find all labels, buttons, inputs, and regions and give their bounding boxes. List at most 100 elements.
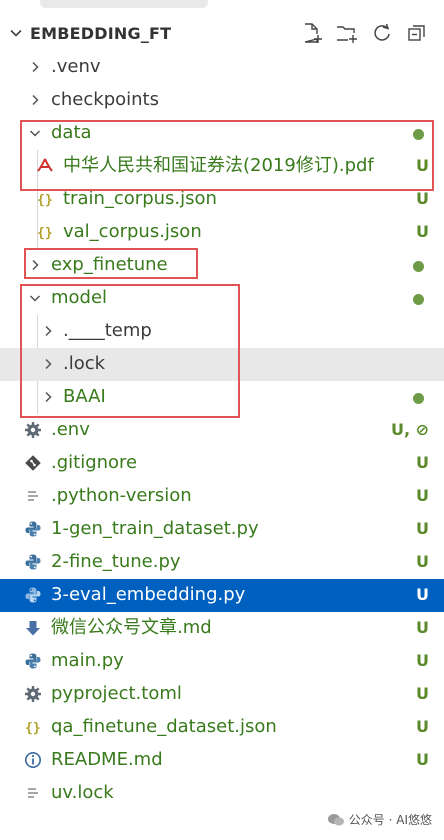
git-icon	[25, 455, 41, 471]
tree-item-fine-tune[interactable]: 2-fine_tune.py U	[0, 546, 444, 579]
text-file-icon	[28, 491, 38, 501]
tree-item-label: exp_finetune	[51, 254, 168, 275]
tree-item-label: BAAI	[63, 386, 106, 407]
pdf-icon	[37, 158, 53, 172]
gear-icon	[25, 422, 41, 438]
git-status-badge: U	[416, 519, 429, 538]
tree-item-label: model	[51, 287, 108, 308]
tree-item-label: checkpoints	[51, 89, 159, 110]
chevron-right-icon	[32, 94, 39, 106]
chevron-right-icon	[32, 259, 39, 271]
tree-item-label: README.md	[51, 749, 163, 770]
git-status-badge: U	[416, 453, 429, 472]
git-status-badge: U	[416, 618, 429, 637]
git-status-badge: U	[416, 222, 429, 241]
tree-item-gen-train[interactable]: 1-gen_train_dataset.py U	[0, 513, 444, 546]
new-file-icon[interactable]	[300, 22, 322, 44]
git-status-badge: U	[416, 651, 429, 670]
modified-dot	[413, 294, 424, 305]
git-status-badge: U	[416, 684, 429, 703]
top-strip	[0, 0, 444, 10]
tree-item-label: train_corpus.json	[63, 188, 217, 209]
svg-text:{}: {}	[25, 721, 41, 736]
tree-item-label: .gitignore	[51, 452, 138, 473]
chevron-down-icon[interactable]	[8, 25, 24, 41]
tree-item-temp[interactable]: .____temp	[0, 315, 444, 348]
tree-item-label: pyproject.toml	[51, 683, 182, 704]
json-icon: {}	[25, 721, 41, 736]
tree-item-label: .venv	[51, 56, 101, 77]
tree-item-readme[interactable]: README.md U	[0, 744, 444, 777]
tree-item-venv[interactable]: .venv	[0, 51, 444, 84]
python-icon	[25, 587, 41, 603]
modified-dot	[413, 261, 424, 272]
tree-item-label: 2-fine_tune.py	[51, 551, 181, 572]
collapse-all-icon[interactable]	[406, 22, 428, 44]
tree-item-eval-embedding[interactable]: 3-eval_embedding.py U	[0, 579, 444, 612]
file-tree: .venv checkpoints data 中华人民共和国证券法(2019修订…	[0, 51, 444, 810]
tree-item-label: data	[51, 122, 92, 143]
explorer-title: EMBEDDING_FT	[30, 24, 172, 43]
tree-item-qa-dataset[interactable]: {} qa_finetune_dataset.json U	[0, 711, 444, 744]
git-status-badge: U	[416, 486, 429, 505]
git-status-badge: U	[416, 189, 429, 208]
chevron-right-icon	[45, 391, 52, 403]
tree-item-gitignore[interactable]: .gitignore U	[0, 447, 444, 480]
refresh-icon[interactable]	[371, 22, 393, 44]
tree-item-label: uv.lock	[51, 782, 114, 803]
wechat-icon	[327, 813, 344, 825]
git-status-badge: U, ⊘	[390, 420, 429, 439]
python-icon	[25, 554, 41, 570]
tree-item-python-version[interactable]: .python-version U	[0, 480, 444, 513]
tree-item-data[interactable]: data	[0, 117, 444, 150]
tree-item-label: .lock	[63, 353, 106, 374]
git-status-badge: U	[416, 585, 429, 604]
gear-icon	[25, 686, 41, 702]
explorer-header[interactable]: EMBEDDING_FT	[0, 16, 444, 50]
chevron-right-icon	[45, 325, 52, 337]
tree-item-uv-lock[interactable]: uv.lock	[0, 777, 444, 810]
markdown-icon	[26, 621, 40, 636]
tree-item-baai[interactable]: BAAI	[0, 381, 444, 414]
tree-item-wechat-md[interactable]: 微信公众号文章.md U	[0, 612, 444, 645]
tree-item-val-corpus[interactable]: {} val_corpus.json U	[0, 216, 444, 249]
info-icon	[25, 752, 41, 768]
tree-item-model[interactable]: model	[0, 282, 444, 315]
chevron-right-icon	[32, 61, 39, 73]
python-icon	[25, 653, 41, 669]
git-status-badge: U	[416, 156, 429, 175]
new-folder-icon[interactable]	[335, 22, 357, 44]
tree-item-checkpoints[interactable]: checkpoints	[0, 84, 444, 117]
tree-item-exp-finetune[interactable]: exp_finetune	[0, 249, 444, 282]
tree-item-label: 中华人民共和国证券法(2019修订).pdf	[63, 155, 374, 176]
watermark-text: 公众号 · AI悠悠	[348, 813, 432, 827]
tree-item-label: .env	[51, 419, 90, 440]
tree-item-label: 微信公众号文章.md	[51, 617, 212, 638]
text-file-icon	[28, 788, 38, 798]
tree-item-label: 1-gen_train_dataset.py	[51, 518, 259, 539]
tree-item-label: 3-eval_embedding.py	[51, 584, 246, 605]
git-status-badge: U	[416, 717, 429, 736]
chevron-down-icon	[29, 130, 41, 137]
tree-item-label: val_corpus.json	[63, 221, 202, 242]
svg-text:{}: {}	[37, 226, 53, 241]
tree-item-label: .python-version	[51, 485, 192, 506]
chevron-right-icon	[45, 358, 52, 370]
tree-item-lock-dir[interactable]: .lock	[0, 348, 444, 381]
tree-item-train-corpus[interactable]: {} train_corpus.json U	[0, 183, 444, 216]
git-status-badge: U	[416, 552, 429, 571]
tree-item-label: .____temp	[63, 320, 152, 341]
chevron-down-icon	[29, 295, 41, 302]
tree-item-label: qa_finetune_dataset.json	[51, 716, 277, 737]
svg-text:{}: {}	[37, 193, 53, 208]
tree-item-pyproject[interactable]: pyproject.toml U	[0, 678, 444, 711]
tree-item-env[interactable]: .env U, ⊘	[0, 414, 444, 447]
git-status-badge: U	[416, 750, 429, 769]
tree-item-label: main.py	[51, 650, 124, 671]
json-icon: {}	[37, 193, 53, 208]
tree-item-main-py[interactable]: main.py U	[0, 645, 444, 678]
json-icon: {}	[37, 226, 53, 241]
tree-item-pdf[interactable]: 中华人民共和国证券法(2019修订).pdf U	[0, 150, 444, 183]
modified-dot	[413, 129, 424, 140]
modified-dot	[413, 393, 424, 404]
